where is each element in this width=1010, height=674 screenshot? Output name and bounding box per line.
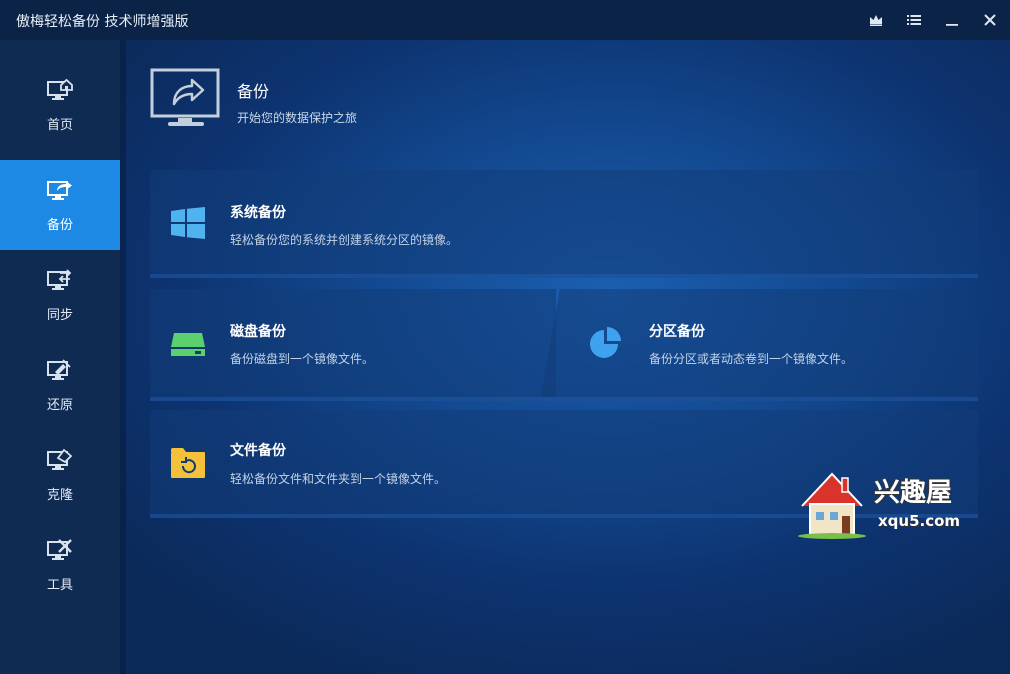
windows-logo-icon [171,207,205,243]
page-subtitle: 开始您的数据保护之旅 [237,111,358,125]
backup-monitor-large-icon [150,68,222,132]
file-backup-title: 文件备份 [230,443,286,459]
sidebar-item-label: 同步 [46,307,73,323]
watermark-logo: 兴趣屋 xqu5.com [796,468,972,540]
sidebar-item-home[interactable]: 首页 [0,60,120,150]
clone-monitor-icon [47,448,73,476]
sidebar-item-label: 还原 [46,397,73,413]
watermark-site: xqu5.com [878,512,961,530]
folder-sync-icon [171,448,205,482]
sidebar-item-label: 备份 [46,217,73,233]
panel-divider [120,40,126,674]
tools-monitor-icon [47,538,73,566]
menu-icon[interactable] [902,8,926,32]
sidebar: 首页 备份 同步 还原 克隆 工具 [0,40,120,674]
restore-monitor-icon [47,358,73,386]
minimize-icon[interactable] [940,8,964,32]
partition-backup-card[interactable]: 分区备份 备份分区或者动态卷到一个镜像文件。 [540,289,978,401]
partition-backup-desc: 备份分区或者动态卷到一个镜像文件。 [649,352,854,366]
file-backup-desc: 轻松备份文件和文件夹到一个镜像文件。 [230,472,447,486]
sidebar-item-restore[interactable]: 还原 [0,340,120,430]
disk-backup-card[interactable]: 磁盘备份 备份磁盘到一个镜像文件。 [150,289,556,401]
watermark-brand: 兴趣屋 [874,478,953,508]
window-title: 傲梅轻松备份 技术师增强版 [16,14,189,30]
sync-monitor-icon [47,268,73,296]
sidebar-item-tools[interactable]: 工具 [0,520,120,610]
disk-backup-title: 磁盘备份 [230,324,286,340]
home-monitor-icon [47,78,73,106]
sidebar-item-clone[interactable]: 克隆 [0,430,120,520]
title-bar: 傲梅轻松备份 技术师增强版 [0,0,1010,40]
disk-icon [170,331,206,361]
sidebar-item-sync[interactable]: 同步 [0,250,120,340]
sidebar-item-label: 工具 [46,577,73,593]
partition-backup-title: 分区备份 [649,324,705,340]
app-window: 傲梅轻松备份 技术师增强版 首页 备份 同步 还原 克隆 工具 备份 开始您的数… [0,0,1010,674]
close-icon[interactable] [978,8,1002,32]
crown-icon[interactable] [864,8,888,32]
backup-monitor-icon [47,178,73,206]
page-title: 备份 [237,82,270,101]
main-panel: 备份 开始您的数据保护之旅 系统备份 轻松备份您的系统并创建系统分区的镜像。 磁… [120,40,1010,674]
system-backup-title: 系统备份 [230,205,286,221]
system-backup-card[interactable]: 系统备份 轻松备份您的系统并创建系统分区的镜像。 [150,170,978,278]
sidebar-item-backup[interactable]: 备份 [0,160,120,250]
system-backup-desc: 轻松备份您的系统并创建系统分区的镜像。 [230,233,459,247]
pie-chart-icon [588,326,624,366]
sidebar-item-label: 首页 [46,117,73,133]
sidebar-item-label: 克隆 [46,487,73,503]
disk-backup-desc: 备份磁盘到一个镜像文件。 [230,352,375,366]
